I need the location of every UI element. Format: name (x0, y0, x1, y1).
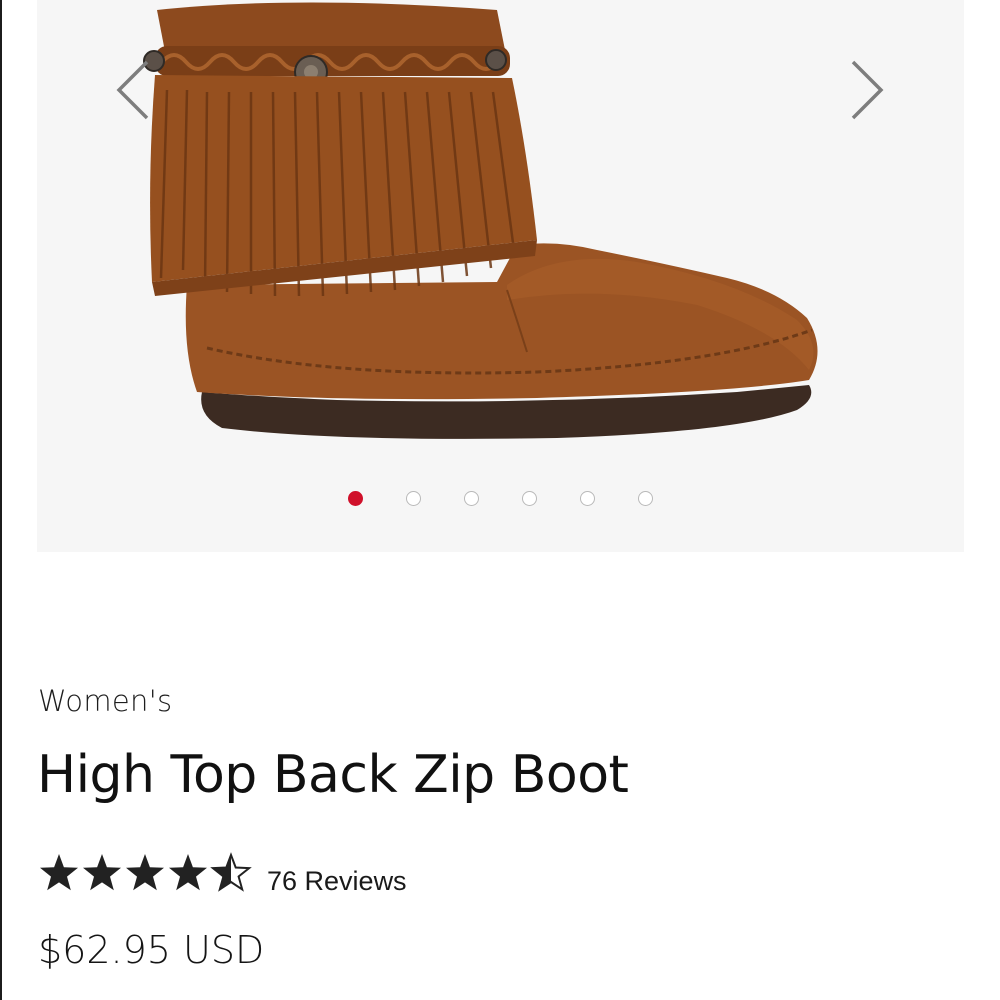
rating-star-1 (40, 854, 78, 891)
gallery-dot-4[interactable] (522, 491, 537, 506)
rating-star-2 (83, 854, 121, 891)
gallery-pagination (37, 491, 964, 511)
left-edge-rule (0, 0, 2, 1000)
chevron-left-icon[interactable] (115, 58, 155, 122)
rating-star-4 (169, 854, 207, 891)
product-title: High Top Back Zip Boot (37, 745, 629, 805)
rating-stars (40, 852, 252, 892)
product-price: $62.95 USD (38, 928, 265, 972)
gallery-dot-2[interactable] (406, 491, 421, 506)
gallery-dot-1[interactable] (348, 491, 363, 506)
product-image-gallery[interactable] (37, 0, 964, 552)
rating-star-5 (210, 852, 252, 892)
reviews-link[interactable]: 76 Reviews (267, 866, 407, 897)
gallery-dot-3[interactable] (464, 491, 479, 506)
rating-star-3 (126, 854, 164, 891)
gallery-dot-6[interactable] (638, 491, 653, 506)
chevron-right-icon[interactable] (845, 58, 885, 122)
gallery-dot-5[interactable] (580, 491, 595, 506)
product-image (143, 2, 818, 439)
product-category: Women's (38, 684, 173, 718)
